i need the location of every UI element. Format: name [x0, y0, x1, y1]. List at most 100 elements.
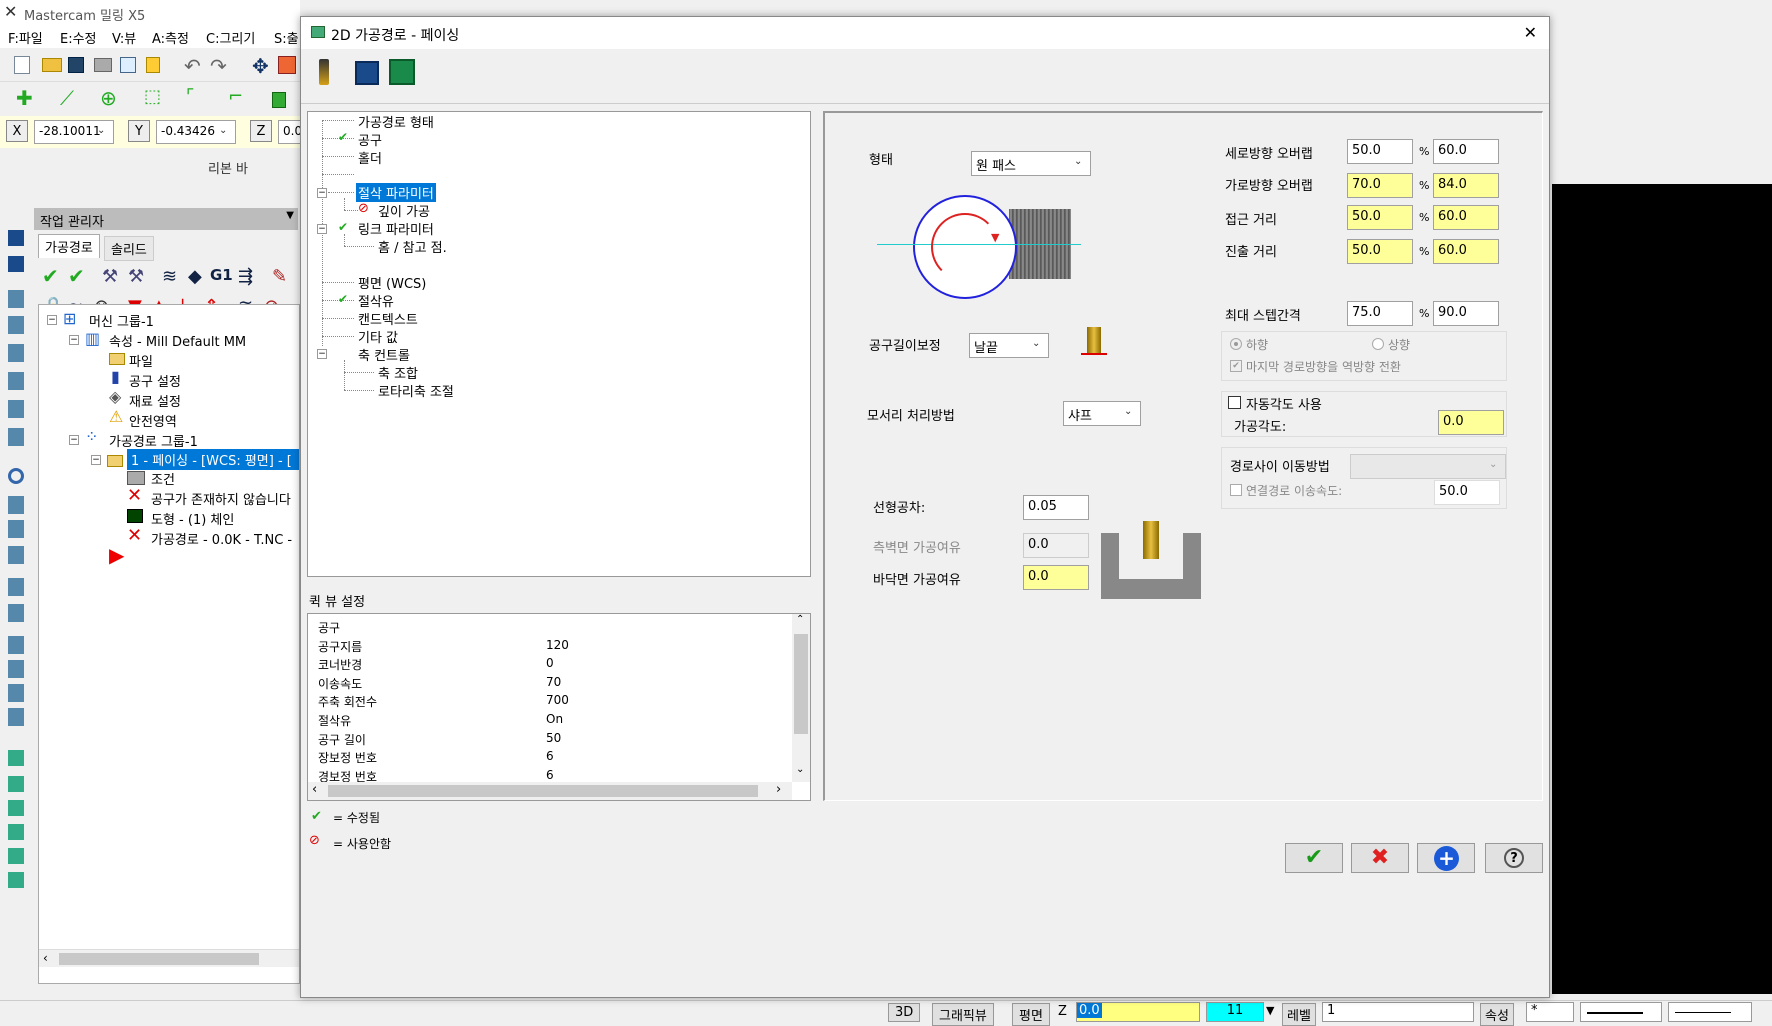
- mill-op-icon-4[interactable]: [8, 372, 24, 390]
- angle-field[interactable]: 0.0: [1438, 410, 1504, 435]
- tree-tool-missing[interactable]: 공구가 존재하지 않습니다: [151, 489, 301, 508]
- tab-toolpaths[interactable]: 가공경로: [38, 234, 100, 258]
- nav-coolant[interactable]: 절삭유: [358, 291, 394, 310]
- tree-toolpath-group[interactable]: 가공경로 그룹-1: [109, 431, 198, 450]
- mill-op-icon-12[interactable]: [8, 604, 24, 622]
- fillet-icon[interactable]: ⌜: [186, 86, 194, 107]
- brush-icon[interactable]: [146, 57, 160, 73]
- tree-stock-setup[interactable]: 재료 설정: [129, 391, 181, 410]
- scroll-left-icon[interactable]: ‹: [43, 951, 48, 965]
- move-select[interactable]: ⌄: [1350, 454, 1506, 479]
- point-icon[interactable]: ✚: [16, 86, 33, 110]
- ok-button[interactable]: ✔: [1285, 843, 1343, 873]
- tree-h-scroll-thumb[interactable]: [59, 953, 259, 965]
- nav-rotary[interactable]: 로타리축 조절: [378, 381, 454, 400]
- surf-op-icon-3[interactable]: [8, 800, 24, 816]
- undo-icon[interactable]: ↶: [184, 54, 201, 78]
- status-level-select[interactable]: 1: [1322, 1002, 1474, 1022]
- mill-op-icon-10[interactable]: [8, 546, 24, 564]
- scroll-right-icon[interactable]: ›: [776, 782, 781, 797]
- status-line-style-select[interactable]: [1580, 1002, 1662, 1022]
- corner-select[interactable]: 샤프 ⌄: [1063, 401, 1141, 426]
- surf-op-icon-5[interactable]: [8, 848, 24, 864]
- style-select[interactable]: 원 패스 ⌄: [971, 151, 1091, 176]
- shade-icon[interactable]: [278, 56, 296, 74]
- menu-file[interactable]: F:파일: [8, 28, 43, 47]
- scroll-left-icon[interactable]: ‹: [312, 782, 317, 797]
- manager-dropdown-icon[interactable]: ▼: [286, 210, 294, 221]
- tree-tool-settings[interactable]: 공구 설정: [129, 371, 181, 390]
- regen-icon[interactable]: ⚒: [102, 266, 118, 287]
- tree-machine-group[interactable]: 머신 그룹-1: [89, 311, 154, 330]
- x-coord-field[interactable]: -28.10011 ⌄: [34, 120, 114, 144]
- status-level-dropdown-icon[interactable]: ▼: [1266, 1004, 1274, 1017]
- view-top-icon[interactable]: [8, 230, 24, 246]
- apply-button[interactable]: +: [1417, 843, 1475, 873]
- surf-op-icon-6[interactable]: [8, 872, 24, 888]
- move-icon[interactable]: ✥: [252, 54, 269, 78]
- expander-properties[interactable]: −: [69, 335, 79, 345]
- post-g1-icon[interactable]: G1: [210, 266, 233, 284]
- nav-cut-params[interactable]: 절삭 파라미터: [356, 183, 436, 202]
- save-icon[interactable]: [68, 57, 84, 73]
- wall-stock-field[interactable]: 0.0: [1023, 533, 1089, 558]
- mill-op-icon-3[interactable]: [8, 344, 24, 362]
- preview-icon[interactable]: [120, 57, 136, 73]
- scroll-up-icon[interactable]: ⌃: [796, 614, 804, 625]
- along-overlap-val-field[interactable]: 84.0: [1433, 173, 1499, 198]
- mill-op-icon-16[interactable]: [8, 708, 24, 726]
- mill-op-icon-5[interactable]: [8, 400, 24, 418]
- surf-op-icon-4[interactable]: [8, 824, 24, 840]
- status-3d-button[interactable]: 3D: [888, 1003, 921, 1022]
- tree-properties[interactable]: 속성 - Mill Default MM: [109, 331, 246, 350]
- expander-toolpath-group[interactable]: −: [69, 435, 79, 445]
- feed-field[interactable]: 50.0: [1434, 480, 1500, 505]
- circle-icon[interactable]: ⊕: [100, 86, 117, 110]
- open-file-icon[interactable]: [42, 58, 62, 72]
- menu-edit[interactable]: E:수정: [60, 28, 97, 47]
- across-overlap-val-field[interactable]: 60.0: [1433, 139, 1499, 164]
- mill-op-icon-8[interactable]: [8, 496, 24, 514]
- nav-canned-text[interactable]: 캔드텍스트: [358, 309, 418, 328]
- new-file-icon[interactable]: [14, 56, 30, 74]
- nav-expander-axis[interactable]: −: [317, 349, 327, 359]
- mill-op-icon-14[interactable]: [8, 660, 24, 678]
- mill-op-icon-1[interactable]: [8, 290, 24, 308]
- feed-checkbox[interactable]: [1230, 484, 1242, 496]
- tool-comp-select[interactable]: 날끝 ⌄: [969, 333, 1049, 358]
- menu-solids[interactable]: S:출: [274, 28, 299, 47]
- max-step-pct-field[interactable]: 75.0: [1347, 301, 1413, 326]
- tree-h-scrollbar[interactable]: ‹: [39, 949, 299, 967]
- mill-op-icon-9[interactable]: [8, 520, 24, 538]
- scroll-down-icon[interactable]: ⌄: [796, 764, 804, 775]
- rectangle-icon[interactable]: ⬚: [144, 86, 161, 107]
- approach-pct-field[interactable]: 50.0: [1347, 205, 1413, 230]
- exit-pct-field[interactable]: 50.0: [1347, 239, 1413, 264]
- max-step-val-field[interactable]: 90.0: [1433, 301, 1499, 326]
- tree-toolpath[interactable]: 가공경로 - 0.0K - T.NC -: [151, 529, 301, 548]
- redo-icon[interactable]: ↷: [210, 54, 227, 78]
- up-radio[interactable]: [1372, 338, 1384, 350]
- y-coord-field[interactable]: -0.43426 ⌄: [156, 120, 236, 144]
- expander-facing-op[interactable]: −: [91, 455, 101, 465]
- nav-depth-cuts[interactable]: 깊이 가공: [378, 201, 430, 220]
- nav-tool[interactable]: 공구: [358, 130, 382, 149]
- status-point-style-select[interactable]: *: [1526, 1002, 1574, 1022]
- delete-ops-icon[interactable]: ✎: [272, 266, 287, 287]
- expander-machine-group[interactable]: −: [47, 315, 57, 325]
- solid-icon[interactable]: [272, 92, 286, 108]
- mill-op-icon-7[interactable]: [8, 468, 24, 484]
- mill-op-icon-13[interactable]: [8, 636, 24, 654]
- nav-planes[interactable]: 평면 (WCS): [358, 273, 426, 292]
- select-invalid-icon[interactable]: ✔: [68, 264, 85, 288]
- mill-op-icon-15[interactable]: [8, 684, 24, 702]
- highfeed-icon[interactable]: ⇶: [238, 266, 253, 287]
- approach-val-field[interactable]: 60.0: [1433, 205, 1499, 230]
- nav-axis-control[interactable]: 축 컨트롤: [358, 345, 410, 364]
- nav-toolpath-type[interactable]: 가공경로 형태: [358, 112, 434, 131]
- status-line-width-select[interactable]: [1668, 1002, 1752, 1022]
- tree-files[interactable]: 파일: [129, 351, 153, 370]
- auto-angle-checkbox[interactable]: [1228, 396, 1241, 409]
- mill-op-icon-2[interactable]: [8, 316, 24, 334]
- nav-holder[interactable]: 홀더: [358, 148, 382, 167]
